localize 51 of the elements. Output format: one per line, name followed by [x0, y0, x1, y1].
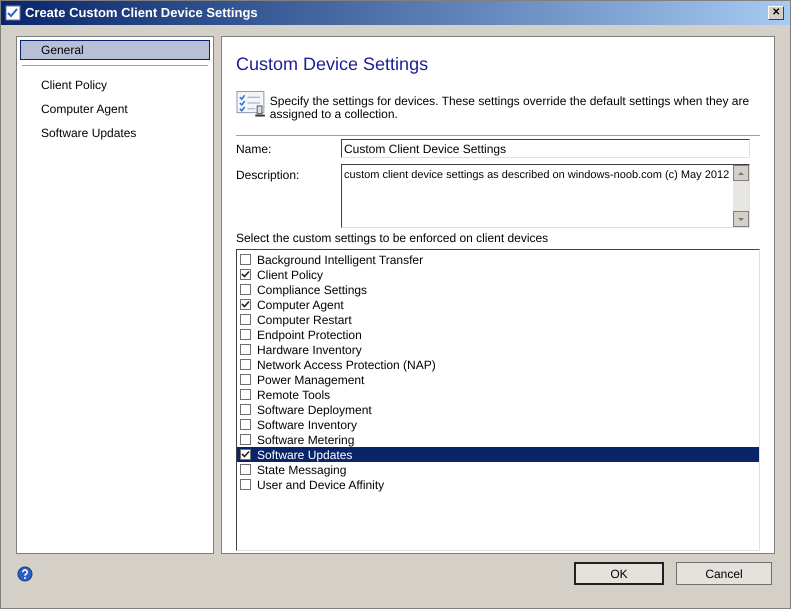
name-label: Name: [236, 140, 272, 158]
checkbox[interactable] [240, 329, 251, 340]
settings-label: Select the custom settings to be enforced on client devices [236, 230, 550, 247]
window-title: Create Custom Client Device Settings [25, 4, 259, 22]
nav-item[interactable]: Software Updates [20, 123, 210, 143]
setting-row[interactable]: State Messaging [237, 462, 759, 477]
checkbox[interactable] [240, 449, 251, 460]
setting-row[interactable]: Software Deployment [237, 402, 759, 417]
scroll-down-icon[interactable] [733, 211, 749, 227]
scrollbar[interactable] [733, 165, 749, 227]
setting-row[interactable]: Software Inventory [237, 417, 759, 432]
intro-text: Specify the settings for devices. These settings override the default settings when they are assigned to a collection. [270, 95, 750, 121]
setting-row[interactable]: Computer Agent [237, 297, 759, 312]
close-button[interactable]: ✕ [768, 6, 784, 20]
setting-row[interactable]: Network Access Protection (NAP) [237, 357, 759, 372]
nav-item[interactable]: Computer Agent [20, 99, 210, 119]
checkbox[interactable] [240, 344, 251, 355]
description-label: Description: [236, 167, 300, 184]
setting-row[interactable]: Background Intelligent Transfer [237, 252, 759, 267]
description-field[interactable]: custom client device settings as described on windows-noob.com (c) May 2012 [341, 164, 750, 228]
checkbox[interactable] [240, 314, 251, 325]
checkbox[interactable] [240, 389, 251, 400]
scroll-up-icon[interactable] [733, 165, 749, 181]
checkbox[interactable] [240, 269, 251, 280]
setting-row[interactable]: Compliance Settings [237, 282, 759, 297]
checkbox[interactable] [240, 404, 251, 415]
nav-item[interactable]: General [20, 40, 210, 60]
name-field[interactable]: Custom Client Device Settings [341, 139, 750, 158]
checkbox[interactable] [240, 434, 251, 445]
checkbox[interactable] [240, 479, 251, 490]
page-title: Custom Device Settings [236, 53, 430, 76]
setting-row[interactable]: User and Device Affinity [237, 477, 759, 492]
setting-row[interactable]: Software Metering [237, 432, 759, 447]
nav-item[interactable]: Client Policy [20, 75, 210, 95]
setting-row[interactable]: Remote Tools [237, 387, 759, 402]
checkbox[interactable] [240, 464, 251, 475]
setting-row[interactable]: Endpoint Protection [237, 327, 759, 342]
checkbox[interactable] [240, 359, 251, 370]
dialog-button[interactable]: Cancel [676, 562, 772, 585]
setting-row[interactable]: Hardware Inventory [237, 342, 759, 357]
checkbox[interactable] [240, 299, 251, 310]
setting-row[interactable]: Client Policy [237, 267, 759, 282]
dialog-button[interactable]: OK [574, 562, 664, 585]
setting-row[interactable]: Software Updates [237, 447, 759, 462]
checkbox[interactable] [240, 284, 251, 295]
checkbox[interactable] [240, 374, 251, 385]
setting-row[interactable]: Power Management [237, 372, 759, 387]
checkbox[interactable] [240, 254, 251, 265]
help-icon[interactable] [17, 566, 33, 582]
setting-row[interactable]: Computer Restart [237, 312, 759, 327]
checkbox[interactable] [240, 419, 251, 430]
